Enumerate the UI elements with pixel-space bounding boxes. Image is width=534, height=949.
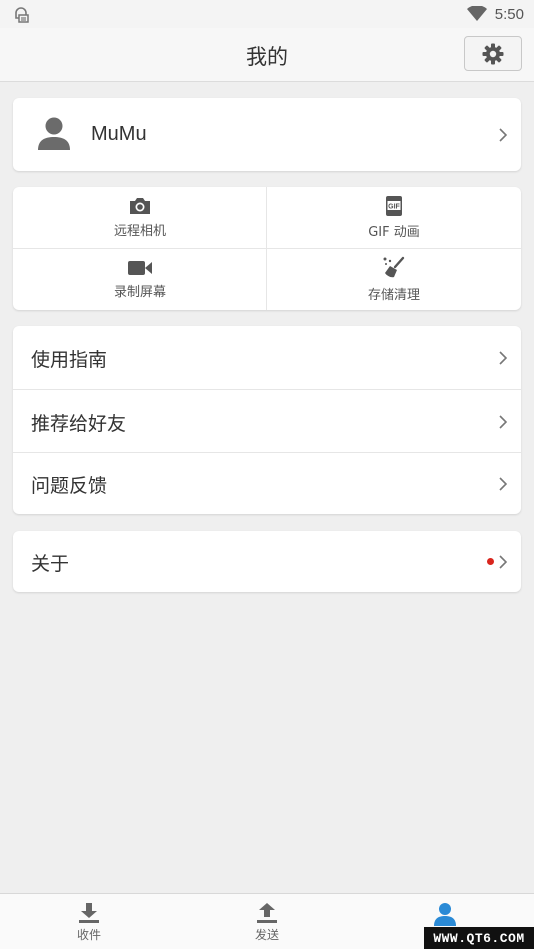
nav-tab-send[interactable]: 发送 — [217, 902, 317, 946]
tool-label: GIF 动画 — [368, 225, 420, 240]
gif-icon: GIF — [386, 196, 402, 216]
gear-icon — [482, 43, 504, 64]
menu-label: 推荐给好友 — [31, 413, 127, 435]
settings-button[interactable] — [464, 36, 522, 71]
page-title: 我的 — [246, 45, 288, 69]
broom-icon — [383, 256, 405, 278]
nav-tab-receive[interactable]: 收件 — [39, 902, 139, 946]
menu-card: 使用指南 推荐给好友 问题反馈 — [13, 326, 521, 514]
watermark: WWW.QT6.COM — [424, 927, 534, 949]
menu-item-guide[interactable]: 使用指南 — [13, 326, 521, 389]
tool-label: 存储清理 — [367, 288, 420, 303]
wifi-icon — [466, 6, 487, 21]
header: 我的 — [0, 28, 534, 82]
status-bar: 5:50 — [0, 0, 534, 28]
chevron-right-icon — [499, 554, 507, 569]
tool-record-screen[interactable]: 录制屏幕 — [13, 249, 267, 310]
chevron-right-icon — [499, 350, 507, 365]
clock: 5:50 — [494, 5, 524, 23]
tool-label: 远程相机 — [113, 224, 166, 239]
download-icon — [79, 903, 99, 923]
android-notification-icon — [12, 4, 30, 24]
menu-item-about[interactable]: 关于 — [13, 531, 521, 592]
profile-card[interactable]: MuMu — [13, 98, 521, 171]
tool-label: 录制屏幕 — [113, 285, 166, 300]
chevron-right-icon — [499, 476, 507, 491]
tool-storage-clean[interactable]: 存储清理 — [267, 249, 521, 310]
svg-text:GIF: GIF — [388, 204, 400, 211]
menu-item-recommend[interactable]: 推荐给好友 — [13, 390, 521, 453]
menu-label: 问题反馈 — [31, 475, 108, 497]
nav-label: 发送 — [254, 928, 279, 942]
menu-label: 关于 — [31, 553, 70, 575]
menu-item-feedback[interactable]: 问题反馈 — [13, 452, 521, 515]
chevron-right-icon — [499, 414, 507, 429]
camera-icon — [130, 198, 150, 214]
notification-dot — [487, 558, 494, 565]
tool-gif-animation[interactable]: GIF GIF 动画 — [267, 187, 521, 248]
tools-grid: 远程相机 GIF GIF 动画 录制屏幕 存储清理 — [13, 187, 521, 310]
menu-label: 使用指南 — [31, 349, 108, 371]
user-icon — [38, 117, 70, 150]
user-icon — [434, 903, 456, 926]
upload-icon — [257, 903, 277, 923]
tool-remote-camera[interactable]: 远程相机 — [13, 187, 267, 248]
video-camera-icon — [128, 261, 152, 275]
nav-label: 收件 — [76, 928, 101, 942]
chevron-right-icon — [499, 127, 507, 142]
username: MuMu — [91, 123, 147, 145]
about-row[interactable]: 关于 — [13, 531, 521, 592]
